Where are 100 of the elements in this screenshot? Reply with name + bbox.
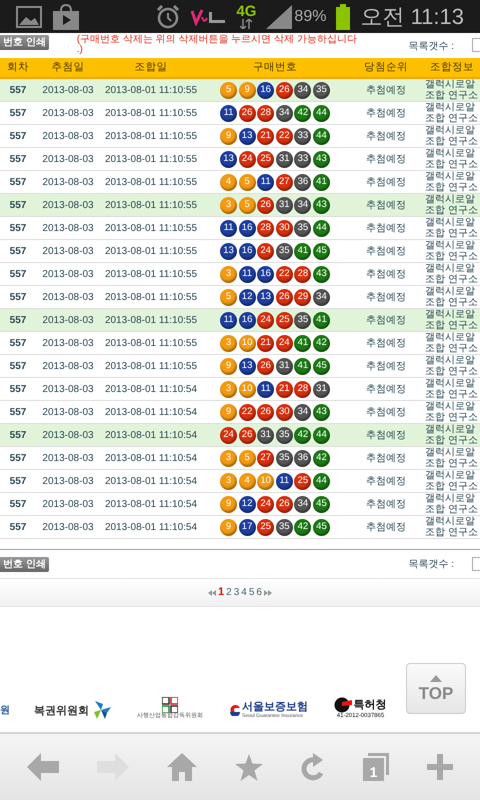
table-row[interactable]: 557 2013-08-03 2013-08-01 11:10:54 9 17 25 35 42 45 추첨예정 갤럭시로알 조합 연구소 (0, 516, 480, 539)
table-row[interactable]: 557 2013-08-03 2013-08-01 11:10:55 13 24 25 31 33 43 추첨예정 갤럭시로알 조합 연구소 (0, 148, 480, 171)
rank-cell-text: 추첨예정 (365, 382, 407, 396)
combo-info-text: 갤럭시로알 (425, 194, 475, 205)
draw-date-cell-text: 2013-08-03 (41, 106, 95, 120)
table-row[interactable]: 557 2013-08-03 2013-08-01 11:10:55 9 13 26 31 41 45 추첨예정 갤럭시로알 조합 연구소 (0, 355, 480, 378)
round-cell-text: 557 (8, 222, 28, 236)
combo-info-text: 갤럭시로알 (425, 263, 475, 274)
draw-date-cell-text: 2013-08-03 (41, 84, 95, 98)
table-row[interactable]: 557 2013-08-03 2013-08-01 11:10:55 11 16 28 30 35 44 추첨예정 갤럭시로알 조합 연구소 (0, 217, 480, 240)
combo-date-cell-text: 2013-08-01 11:10:54 (104, 406, 198, 420)
list-count-label: 목록갯수 : (408, 40, 454, 54)
rank-cell-text: 추첨예정 (365, 290, 407, 304)
notice-text: (구매번호 삭제는 위의 삭제버튼을 누르시면 삭제 가능하십니다 (76, 35, 358, 45)
page-link[interactable]: 4 (241, 585, 247, 600)
table-row[interactable]: 557 2013-08-03 2013-08-01 11:10:55 11 16 24 25 35 41 추첨예정 갤럭시로알 조합 연구소 (0, 309, 480, 332)
rank-cell-text: 추첨예정 (365, 406, 407, 420)
plus-icon[interactable] (427, 754, 453, 780)
rank-cell-text: 추첨예정 (365, 520, 407, 534)
round-cell-text: 557 (8, 406, 28, 420)
table-row[interactable]: 557 2013-08-03 2013-08-01 11:10:55 13 16 24 35 41 45 추첨예정 갤럭시로알 조합 연구소 (0, 240, 480, 263)
logo-text: 서울보증보험 (242, 702, 306, 712)
page-link[interactable]: 6 (256, 585, 262, 600)
table-row[interactable]: 557 2013-08-03 2013-08-01 11:10:54 3 5 27 35 36 42 추첨예정 갤럭시로알 조합 연구소 (0, 447, 480, 470)
combo-date-cell-text: 2013-08-01 11:10:55 (104, 222, 198, 236)
table-row[interactable]: 557 2013-08-03 2013-08-01 11:10:54 3 10 11 21 28 31 추첨예정 갤럭시로알 조합 연구소 (0, 378, 480, 401)
draw-date-cell-text: 2013-08-03 (41, 268, 95, 282)
rank-cell-text: 추첨예정 (365, 152, 407, 166)
combo-info-text: 갤럭시로알 (425, 493, 475, 504)
round-cell-text: 557 (8, 360, 28, 374)
combo-info-text: 갤럭시로알 (425, 286, 475, 297)
combo-info-text: 갤럭시로알 (425, 332, 475, 343)
draw-date-cell-text: 2013-08-03 (41, 198, 95, 212)
star-icon[interactable] (235, 754, 263, 780)
first-page-icon[interactable] (208, 590, 216, 596)
combo-date-cell-text: 2013-08-01 11:10:54 (104, 428, 198, 442)
image-icon (16, 6, 42, 28)
clock: 오전 11:13 (360, 3, 464, 31)
combo-date-cell-text: 2013-08-01 11:10:54 (104, 520, 198, 534)
column-header: 회차 (6, 60, 30, 75)
draw-date-cell-text: 2013-08-03 (41, 406, 95, 420)
table-row[interactable]: 557 2013-08-03 2013-08-01 11:10:55 5 12 13 26 29 34 추첨예정 갤럭시로알 조합 연구소 (0, 286, 480, 309)
draw-date-cell-text: 2013-08-03 (41, 382, 95, 396)
combo-date-cell-text: 2013-08-01 11:10:55 (104, 290, 198, 304)
draw-date-cell-text: 2013-08-03 (41, 290, 95, 304)
draw-date-cell-text: 2013-08-03 (41, 244, 95, 258)
refresh-icon[interactable] (301, 753, 325, 781)
round-cell-text: 557 (8, 106, 28, 120)
list-count-select[interactable] (472, 557, 480, 571)
combo-info-text: 조합 연구소 (425, 274, 478, 285)
column-header: 추첨일 (50, 60, 86, 75)
home-icon[interactable] (167, 753, 197, 781)
rank-cell-text: 추첨예정 (365, 130, 407, 144)
column-header: 조합정보 (429, 60, 475, 75)
combo-date-cell-text: 2013-08-01 11:10:55 (104, 244, 198, 258)
page-link[interactable]: 2 (226, 585, 232, 600)
combo-info-text: 갤럭시로알 (425, 447, 475, 458)
last-page-icon[interactable] (264, 590, 272, 596)
table-row[interactable]: 557 2013-08-03 2013-08-01 11:10:55 4 5 11 27 36 41 추첨예정 갤럭시로알 조합 연구소 (0, 171, 480, 194)
print-button[interactable]: 번호 인쇄 (0, 35, 49, 50)
table-row[interactable]: 557 2013-08-03 2013-08-01 11:10:55 3 11 16 22 28 43 추첨예정 갤럭시로알 조합 연구소 (0, 263, 480, 286)
rank-cell-text: 추첨예정 (365, 198, 407, 212)
page-link[interactable]: 5 (248, 585, 254, 600)
shopping-bag-icon (52, 4, 80, 30)
combo-info-text: 조합 연구소 (425, 320, 478, 331)
page-link[interactable]: 3 (234, 585, 240, 600)
table-row[interactable]: 557 2013-08-03 2013-08-01 11:10:55 5 9 16 26 34 35 추첨예정 갤럭시로알 조합 연구소 (0, 79, 480, 102)
back-arrow-icon[interactable] (27, 753, 59, 781)
combo-date-cell-text: 2013-08-01 11:10:55 (104, 130, 198, 144)
tab-count: 1 (363, 758, 384, 781)
combo-info-text: 조합 연구소 (425, 366, 478, 377)
rank-cell-text: 추첨예정 (365, 268, 407, 282)
combo-date-cell-text: 2013-08-01 11:10:54 (104, 498, 198, 512)
rank-cell-text: 추첨예정 (365, 360, 407, 374)
print-button[interactable]: 번호 인쇄 (0, 556, 49, 572)
column-header: 구매번호 (252, 60, 298, 75)
combo-date-cell-text: 2013-08-01 11:10:54 (104, 382, 198, 396)
combo-info-text: 조합 연구소 (425, 504, 478, 515)
combo-info-text: 갤럭시로알 (425, 148, 475, 159)
combo-date-cell-text: 2013-08-01 11:10:54 (104, 452, 198, 466)
list-count-select[interactable] (472, 38, 480, 52)
table-row[interactable]: 557 2013-08-03 2013-08-01 11:10:54 3 4 10 11 25 44 추첨예정 갤럭시로알 조합 연구소 (0, 470, 480, 493)
list-count-label: 목록갯수 : (408, 558, 454, 572)
combo-info-text: 조합 연구소 (425, 389, 478, 400)
combo-date-cell-text: 2013-08-01 11:10:55 (104, 360, 198, 374)
rank-cell-text: 추첨예정 (365, 106, 407, 120)
table-row[interactable]: 557 2013-08-03 2013-08-01 11:10:54 24 26 31 35 42 44 추첨예정 갤럭시로알 조합 연구소 (0, 424, 480, 447)
rank-cell-text: 추첨예정 (365, 222, 407, 236)
page-link[interactable]: 1 (218, 584, 224, 601)
table-row[interactable]: 557 2013-08-03 2013-08-01 11:10:55 3 5 26 31 34 43 추첨예정 갤럭시로알 조합 연구소 (0, 194, 480, 217)
rank-cell-text: 추첨예정 (365, 474, 407, 488)
table-row[interactable]: 557 2013-08-03 2013-08-01 11:10:54 9 22 26 30 34 43 추첨예정 갤럭시로알 조합 연구소 (0, 401, 480, 424)
round-cell-text: 557 (8, 290, 28, 304)
table-row[interactable]: 557 2013-08-03 2013-08-01 11:10:54 9 12 24 26 34 45 추첨예정 갤럭시로알 조합 연구소 (0, 493, 480, 516)
round-cell-text: 557 (8, 520, 28, 534)
combo-info-text: 조합 연구소 (425, 136, 478, 147)
table-row[interactable]: 557 2013-08-03 2013-08-01 11:10:55 3 10 21 24 41 42 추첨예정 갤럭시로알 조합 연구소 (0, 332, 480, 355)
network-type: 4G (236, 4, 256, 19)
table-row[interactable]: 557 2013-08-03 2013-08-01 11:10:55 11 26 28 34 42 44 추첨예정 갤럭시로알 조합 연구소 (0, 102, 480, 125)
table-row[interactable]: 557 2013-08-03 2013-08-01 11:10:55 9 13 21 22 33 44 추첨예정 갤럭시로알 조합 연구소 (0, 125, 480, 148)
